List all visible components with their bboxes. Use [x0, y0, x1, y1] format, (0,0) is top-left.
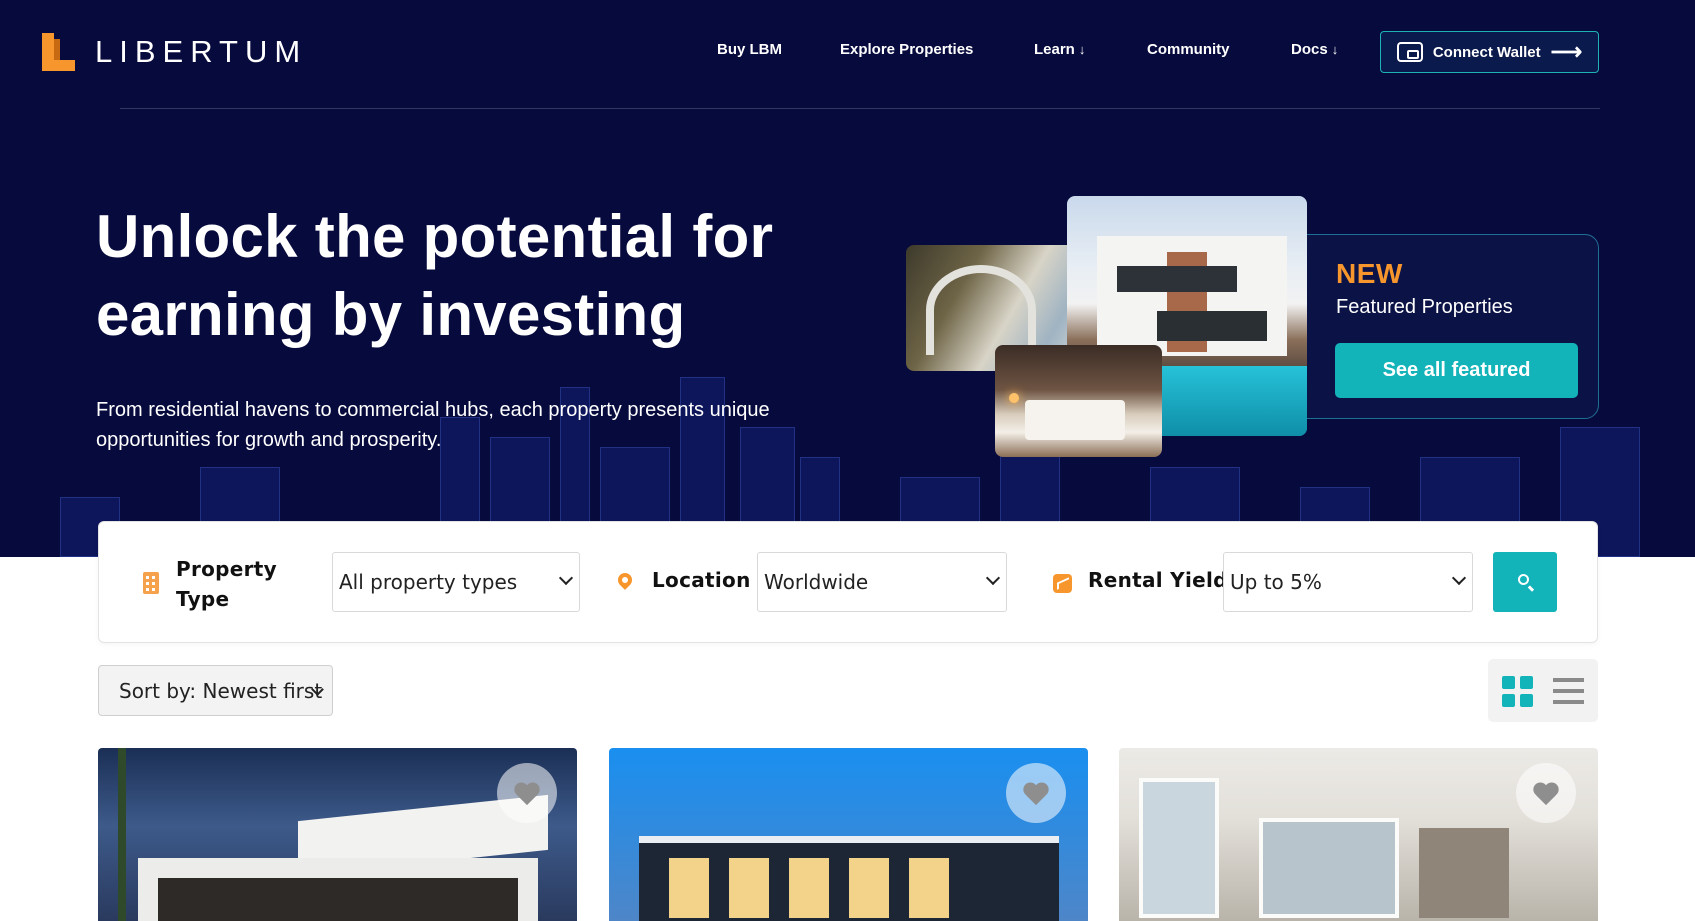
header-divider	[120, 108, 1600, 109]
location-select[interactable]: Worldwide	[757, 552, 1007, 612]
arrow-down-icon: ↓	[1078, 42, 1086, 57]
wallet-icon	[1396, 42, 1423, 62]
nav-docs[interactable]: Docs ↓	[1291, 41, 1338, 58]
rental-yield-select[interactable]: Up to 5%	[1223, 552, 1473, 612]
hero-title-line-1: Unlock the potential for	[96, 203, 774, 270]
nav-community[interactable]: Community	[1147, 41, 1230, 58]
chevron-down-icon	[1451, 570, 1467, 586]
property-type-label-line-2: Type	[176, 587, 230, 611]
featured-label: Featured Properties	[1336, 296, 1513, 318]
arrow-down-icon: ↓	[1331, 42, 1339, 57]
chevron-down-icon	[985, 570, 1001, 586]
nav-label: Learn	[1034, 41, 1075, 58]
hero-subtitle: From residential havens to commercial hu…	[96, 399, 770, 451]
nav-learn[interactable]: Learn ↓	[1034, 41, 1085, 58]
list-view-icon[interactable]	[1553, 678, 1584, 704]
search-icon	[1518, 574, 1529, 585]
heart-icon	[514, 783, 540, 805]
arrow-right-icon: ⟶	[1550, 39, 1583, 64]
heart-icon	[1023, 783, 1049, 805]
property-type-label: Property Type	[176, 554, 277, 614]
featured-photo-bedroom	[995, 345, 1162, 457]
featured-new-badge: NEW	[1336, 258, 1403, 289]
location-value: Worldwide	[764, 570, 869, 594]
hero-section: LIBERTUM Buy LBM Explore Properties Lear…	[0, 0, 1695, 557]
location-label: Location	[652, 568, 751, 592]
favorite-button[interactable]	[1006, 763, 1066, 823]
favorite-button[interactable]	[1516, 763, 1576, 823]
hero-title-line-2: earning by investing	[96, 281, 686, 348]
connect-wallet-button[interactable]: Connect Wallet ⟶	[1380, 31, 1599, 73]
grid-view-icon[interactable]	[1502, 676, 1533, 707]
site-header: LIBERTUM Buy LBM Explore Properties Lear…	[0, 0, 1695, 109]
heart-icon	[1533, 783, 1559, 805]
favorite-button[interactable]	[497, 763, 557, 823]
see-all-featured-button[interactable]: See all featured	[1335, 343, 1578, 398]
nav-explore-properties[interactable]: Explore Properties	[840, 41, 973, 58]
nav-label: Community	[1147, 41, 1230, 58]
nav-label: Docs	[1291, 41, 1328, 58]
nav-label: Explore Properties	[840, 41, 974, 58]
connect-wallet-label: Connect Wallet	[1432, 43, 1541, 61]
property-type-value: All property types	[339, 570, 518, 594]
property-type-label-line-1: Property	[176, 557, 278, 581]
sort-select[interactable]: Sort by: Newest first	[98, 665, 333, 716]
rental-yield-value: Up to 5%	[1230, 570, 1322, 594]
rental-yield-label: Rental Yield	[1088, 568, 1228, 592]
trending-up-icon	[1053, 574, 1072, 593]
building-icon	[143, 572, 159, 594]
nav-label: Buy LBM	[717, 41, 782, 58]
hero-title: Unlock the potential for earning by inve…	[96, 198, 816, 354]
nav-buy-lbm[interactable]: Buy LBM	[717, 41, 782, 58]
search-button[interactable]	[1493, 552, 1557, 612]
property-type-select[interactable]: All property types	[332, 552, 580, 612]
chevron-down-icon	[558, 570, 574, 586]
sort-value: Sort by: Newest first	[119, 678, 323, 703]
